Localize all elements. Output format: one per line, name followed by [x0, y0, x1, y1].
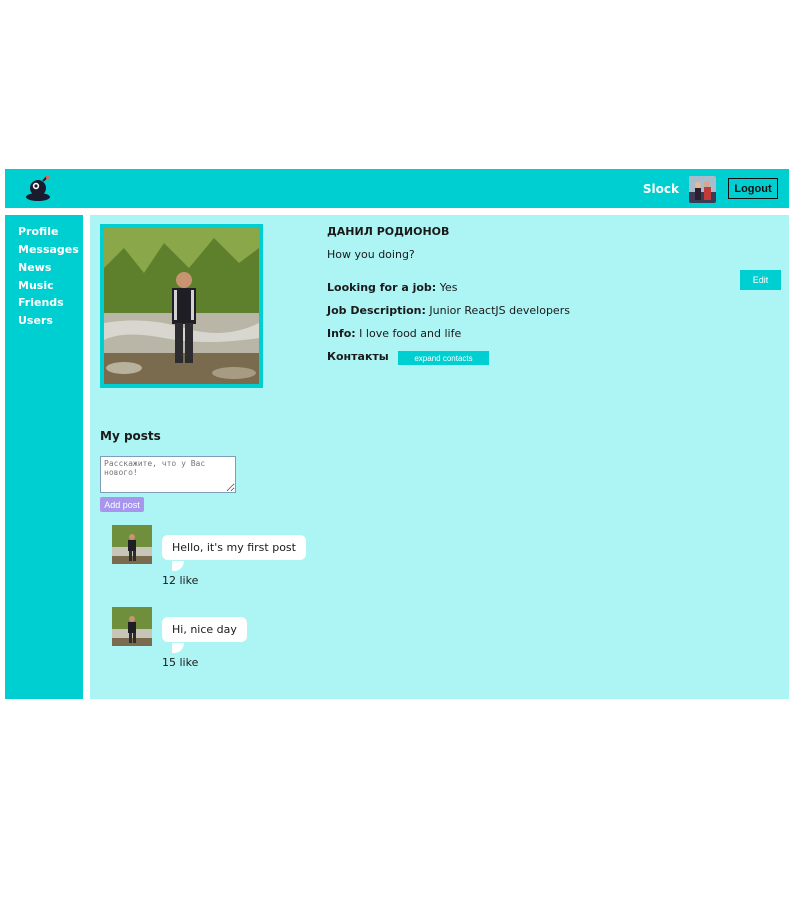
user-avatar[interactable] [689, 176, 716, 203]
info-label: Info: [327, 327, 356, 340]
sidebar: Profile Messages News Music Friends User… [5, 215, 83, 699]
bubble-tail [172, 643, 184, 653]
info: Info: I love food and life [327, 327, 461, 340]
post-likes[interactable]: 12 like [162, 574, 198, 587]
job-description: Job Description: Junior ReactJS develope… [327, 304, 570, 317]
looking-for-job-label: Looking for a job: [327, 281, 437, 294]
logo-icon[interactable] [24, 175, 52, 203]
info-value: I love food and life [359, 327, 462, 340]
sidebar-item-music[interactable]: Music [18, 279, 54, 292]
sidebar-item-profile[interactable]: Profile [18, 225, 58, 238]
edit-profile-button[interactable]: Edit [740, 270, 781, 290]
job-description-value: Junior ReactJS developers [429, 304, 570, 317]
post-message: Hello, it's my first post [162, 535, 306, 560]
job-description-label: Job Description: [327, 304, 426, 317]
logout-button[interactable]: Logout [728, 178, 778, 199]
sidebar-item-news[interactable]: News [18, 261, 51, 274]
sidebar-item-friends[interactable]: Friends [18, 296, 64, 309]
contacts: Контакты [327, 350, 389, 363]
posts-title: My posts [100, 429, 161, 443]
add-post-button[interactable]: Add post [100, 497, 144, 512]
looking-for-job-value: Yes [439, 281, 458, 294]
post-item: Hello, it's my first post 12 like [112, 525, 392, 595]
new-post-input[interactable] [100, 456, 236, 493]
post-avatar [112, 607, 152, 646]
post-message: Hi, nice day [162, 617, 247, 642]
login-name: Slock [642, 182, 679, 196]
profile-content: ДАНИЛ РОДИОНОВ How you doing? Looking fo… [90, 215, 789, 699]
profile-name: ДАНИЛ РОДИОНОВ [327, 225, 450, 238]
header: Slock Logout [5, 169, 789, 208]
sidebar-item-messages[interactable]: Messages [18, 243, 79, 256]
profile-status[interactable]: How you doing? [327, 248, 415, 261]
post-avatar [112, 525, 152, 564]
profile-photo [100, 224, 263, 388]
expand-contacts-button[interactable]: expand contacts [398, 351, 489, 365]
sidebar-item-users[interactable]: Users [18, 314, 53, 327]
post-item: Hi, nice day 15 like [112, 607, 392, 677]
contacts-label: Контакты [327, 350, 389, 363]
post-likes[interactable]: 15 like [162, 656, 198, 669]
bubble-tail [172, 561, 184, 571]
looking-for-job: Looking for a job: Yes [327, 281, 457, 294]
